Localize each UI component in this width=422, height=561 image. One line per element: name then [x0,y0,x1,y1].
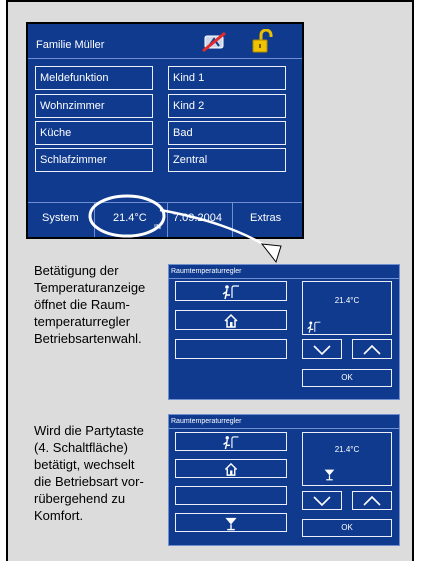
comfort-person-icon [223,436,239,450]
house-icon [224,462,238,476]
night-mode-button[interactable] [175,486,287,505]
party-mode-button[interactable] [175,513,287,532]
dialog-temperature: 21.4°C [334,445,360,454]
caption-line: Wird die Partytaste [34,423,144,438]
moon-icon [227,344,233,356]
cocktail-glass-icon [324,469,335,481]
moon-icon [311,469,317,480]
caption-line: Temperaturanzeige [34,280,146,295]
status-display: 21.4°C [302,281,392,335]
standby-mode-button[interactable] [175,310,287,330]
temperature-up-button[interactable] [352,339,392,359]
caption-line: Betätigung der [34,263,119,278]
night-mode-button[interactable] [175,339,287,359]
caption-line: die Betriebsart vor- [34,474,144,489]
ok-button[interactable]: OK [302,519,392,537]
room-temperature-dialog-1: Raumtemperaturregler 21.4°C OK [168,264,400,400]
caption-line: öffnet die Raum- [34,297,130,312]
status-display: 21.4°C [302,432,392,486]
caption-2: Wird die Partytaste (4. Schaltfläche) be… [34,422,144,524]
ok-button[interactable]: OK [302,369,392,387]
moon-icon [227,490,233,503]
chevron-up-icon [363,495,381,506]
dialog-divider [169,428,399,429]
dialog-title: Raumtemperaturregler [171,268,242,275]
caption-line: temperaturregler [34,314,131,329]
room-temperature-dialog-2: Raumtemperaturregler 21.4°C OK [168,414,400,546]
caption-line: rübergehend zu [34,491,126,506]
comfort-mode-button[interactable] [175,432,287,451]
dialog-temperature: 21.4°C [334,296,360,305]
dialog-divider [169,278,399,279]
chevron-down-icon [313,496,331,507]
comfort-mode-button[interactable] [175,281,287,301]
arrowhead [260,243,282,264]
caption-line: Betriebsartenwahl. [34,331,142,346]
temperature-down-button[interactable] [302,491,342,510]
cocktail-glass-icon [225,517,237,531]
caption-line: betätigt, wechselt [34,457,135,472]
chevron-down-icon [313,345,331,356]
temperature-up-button[interactable] [352,491,392,510]
temperature-down-button[interactable] [302,339,342,359]
caption-1: Betätigung der Temperaturanzeige öffnet … [34,262,145,347]
dialog-title: Raumtemperaturregler [171,418,242,425]
comfort-person-icon [222,285,239,300]
caption-line: Komfort. [34,508,84,523]
standby-mode-button[interactable] [175,459,287,478]
comfort-person-icon [307,321,321,333]
chevron-up-icon [363,344,381,355]
caption-line: (4. Schaltfläche) [34,440,128,455]
house-icon [224,313,238,328]
